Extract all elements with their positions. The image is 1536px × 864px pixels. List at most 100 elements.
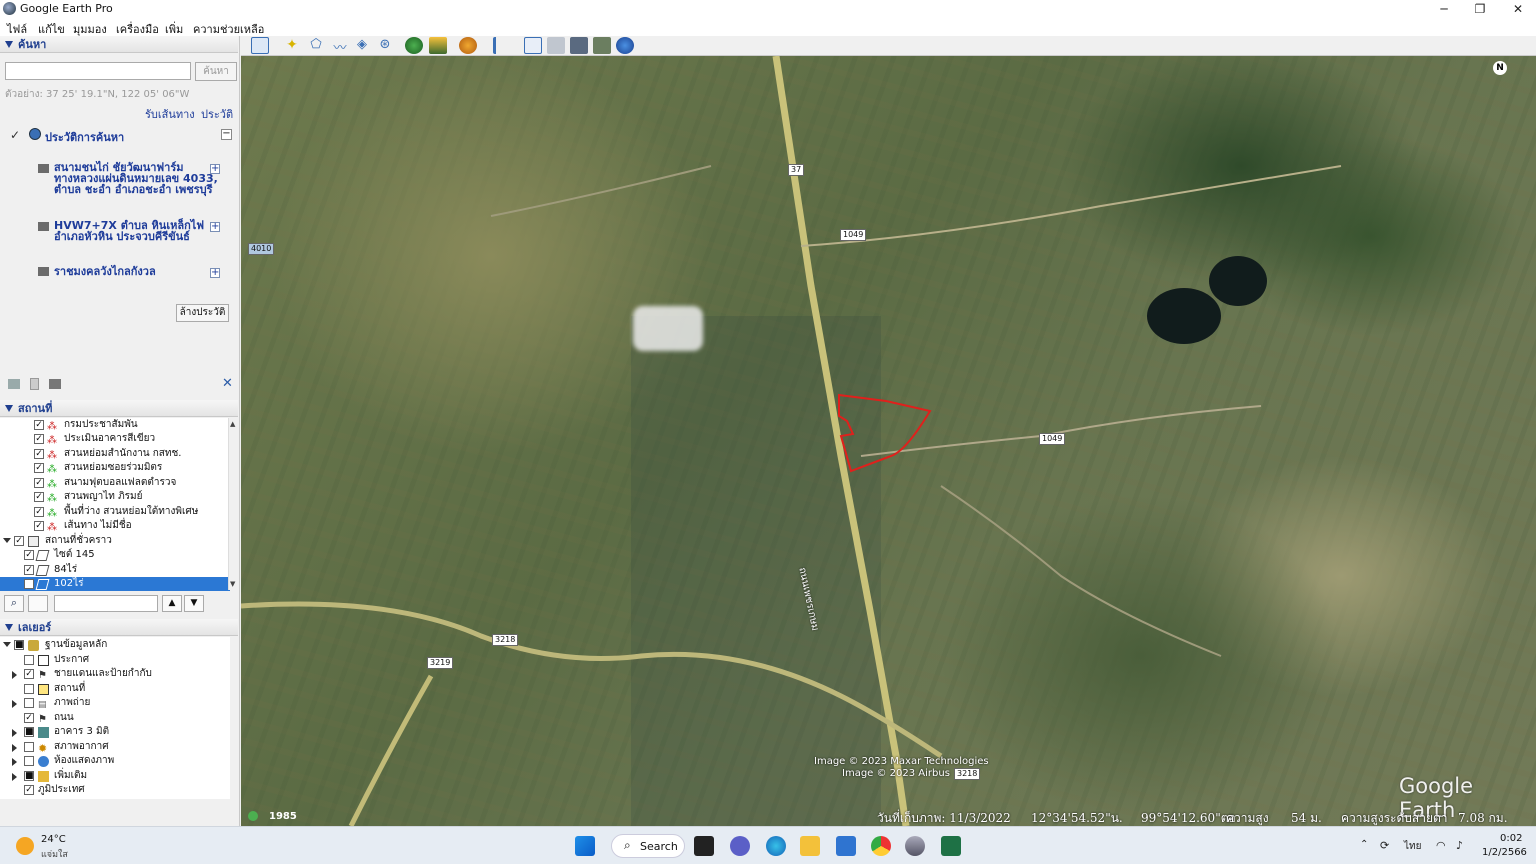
google-earth-taskbar-icon[interactable] <box>905 836 925 856</box>
layer-item[interactable]: ■ เพิ่มเติม <box>0 769 230 783</box>
layer-item[interactable]: ห้องแสดงภาพ <box>0 754 230 768</box>
add-overlay-icon[interactable]: ◈ <box>353 37 371 54</box>
print-icon[interactable] <box>547 37 565 54</box>
place-item-selected[interactable]: ✓ 102ไร่ <box>0 577 230 591</box>
expand-arrow-icon[interactable] <box>3 538 11 543</box>
google-maps-icon[interactable] <box>616 37 634 54</box>
clock-time[interactable]: 0:02 <box>1500 833 1522 844</box>
expand-arrow-icon[interactable] <box>3 642 11 647</box>
clock-date[interactable]: 1/2/2566 <box>1482 847 1527 858</box>
expand-result-3-icon[interactable]: + <box>210 268 220 278</box>
expand-arrow-icon[interactable] <box>12 671 17 679</box>
maximize-button[interactable]: ❐ <box>1462 0 1498 18</box>
search-result-3[interactable]: ราชมงคลวังไกลกังวล <box>54 266 156 277</box>
panel-toggle-icon[interactable] <box>28 595 48 612</box>
historical-year[interactable]: 1985 <box>269 811 297 822</box>
layer-checkbox[interactable]: ✓ <box>24 713 34 723</box>
expand-arrow-icon[interactable] <box>12 729 17 737</box>
north-indicator-icon[interactable]: N <box>1493 61 1507 75</box>
layer-item[interactable]: ▤ ภาพถ่าย <box>0 696 230 710</box>
place-item[interactable]: ✓ 84ไร่ <box>0 563 230 577</box>
file-explorer-icon[interactable] <box>800 836 820 856</box>
add-path-icon[interactable]: 〰 <box>331 37 349 56</box>
layer-item[interactable]: ✹ สภาพอากาศ <box>0 740 230 755</box>
layer-item[interactable]: ✓ ⚑ ชายแดนและป้ายกำกับ <box>0 667 230 681</box>
place-checkbox[interactable]: ✓ <box>34 492 44 502</box>
place-checkbox[interactable]: ✓ <box>24 565 34 575</box>
wifi-icon[interactable]: ◠ <box>1436 839 1446 852</box>
sunlight-icon[interactable] <box>429 37 447 54</box>
expand-arrow-icon[interactable] <box>12 700 17 708</box>
place-item[interactable]: ✓ ⁂ สวนพญาไท ภิรมย์ <box>0 490 230 504</box>
place-checkbox[interactable]: ✓ <box>24 579 34 589</box>
move-down-icon[interactable]: ▼ <box>184 595 204 612</box>
place-checkbox[interactable]: ✓ <box>34 521 44 531</box>
input-language[interactable]: ไทย <box>1404 839 1421 854</box>
expand-arrow-icon[interactable] <box>12 744 17 752</box>
tray-chevron-icon[interactable]: ⌃ <box>1360 839 1368 850</box>
expand-result-1-icon[interactable]: + <box>210 164 220 174</box>
excel-icon[interactable] <box>941 836 961 856</box>
volume-icon[interactable]: ♪ <box>1456 839 1463 852</box>
layer-checkbox[interactable] <box>24 756 34 766</box>
ruler-icon[interactable] <box>493 37 503 54</box>
chat-icon[interactable] <box>730 836 750 856</box>
planets-icon[interactable] <box>459 37 477 54</box>
place-item[interactable]: ✓ ⁂ สนามฟุตบอลแฟลตตำรวจ <box>0 476 230 490</box>
search-history-title[interactable]: ประวัติการค้นหา <box>45 128 124 146</box>
places-panel-header[interactable]: สถานที่ <box>0 400 238 417</box>
add-placemark-icon[interactable]: ✦ <box>283 37 301 54</box>
place-checkbox[interactable]: ✓ <box>14 536 24 546</box>
layer-item[interactable]: สถานที่ <box>0 682 230 696</box>
places-filter-input[interactable] <box>54 595 158 612</box>
layer-checkbox[interactable] <box>24 698 34 708</box>
historical-clock-icon[interactable] <box>248 811 258 821</box>
directions-link[interactable]: รับเส้นทาง <box>145 105 195 123</box>
place-checkbox[interactable]: ✓ <box>34 463 44 473</box>
place-item[interactable]: ✓ ⁂ ประเมินอาคารสีเขียว <box>0 432 230 446</box>
search-result-1[interactable]: สนามชนไก่ ชัยวัฒนาฟาร์ม ทางหลวงแผ่นดินหม… <box>54 162 218 195</box>
historical-imagery-icon[interactable] <box>405 37 423 54</box>
place-item[interactable]: ✓ ⁂ สวนหย่อมซอยร่วมมิตร <box>0 461 230 475</box>
layer-checkbox[interactable] <box>24 742 34 752</box>
taskbar-search[interactable]: ⌕ Search <box>611 834 685 858</box>
layer-checkbox[interactable]: ■ <box>24 727 34 737</box>
layer-item[interactable]: ประกาศ <box>0 653 230 667</box>
place-item[interactable]: ✓ ไซต์ 145 <box>0 548 230 562</box>
layer-item[interactable]: ✓ ⚑ ถนน <box>0 711 230 725</box>
layer-checkbox[interactable]: ■ <box>14 640 24 650</box>
place-checkbox[interactable]: ✓ <box>34 507 44 517</box>
expand-arrow-icon[interactable] <box>12 758 17 766</box>
expand-arrow-icon[interactable] <box>12 773 17 781</box>
layer-checkbox[interactable]: ✓ <box>24 785 34 795</box>
add-folder-icon[interactable] <box>8 379 20 389</box>
place-checkbox[interactable]: ✓ <box>34 434 44 444</box>
place-item[interactable]: ✓ ⁂ สวนหย่อมสำนักงาน กสทช. <box>0 447 230 461</box>
record-tour-icon[interactable]: ⊛ <box>376 37 394 54</box>
layer-checkbox[interactable]: ■ <box>24 771 34 781</box>
map-view[interactable]: 37 1049 4010 1049 3218 3219 3218 ถนนเพชร… <box>241 56 1536 826</box>
place-item[interactable]: ✓ ⁂ พื้นที่ว่าง สวนหย่อมใต้ทางพิเศษ <box>0 505 230 519</box>
place-item[interactable]: ✓ ⁂ เส้นทาง ไม่มีชื่อ <box>0 519 230 533</box>
layer-checkbox[interactable]: ✓ <box>24 669 34 679</box>
places-scrollbar[interactable]: ▲ ▼ <box>228 418 238 590</box>
movie-maker-icon[interactable] <box>593 37 611 54</box>
layer-checkbox[interactable] <box>24 684 34 694</box>
start-button-icon[interactable] <box>575 836 595 856</box>
history-link[interactable]: ประวัติ <box>201 105 233 123</box>
task-view-icon[interactable] <box>694 836 714 856</box>
collapse-history-icon[interactable]: − <box>221 129 232 140</box>
save-image-icon[interactable] <box>570 37 588 54</box>
move-up-icon[interactable]: ▲ <box>162 595 182 612</box>
sync-icon[interactable]: ⟳ <box>1380 839 1389 852</box>
add-polygon-icon[interactable]: ⬠ <box>307 37 325 54</box>
close-button[interactable]: ✕ <box>1500 0 1536 18</box>
search-result-2[interactable]: HVW7+7X ตำบล หินเหล็กไฟ อำเภอหัวหิน ประจ… <box>54 220 204 242</box>
weather-temperature[interactable]: 24°C <box>41 834 66 845</box>
place-checkbox[interactable]: ✓ <box>34 449 44 459</box>
layer-checkbox[interactable] <box>24 655 34 665</box>
layer-item[interactable]: ■ อาคาร 3 มิติ <box>0 725 230 739</box>
search-places-icon[interactable]: ⌕ <box>4 595 24 612</box>
layers-panel-header[interactable]: เลเยอร์ <box>0 619 238 636</box>
sidebar-toggle-icon[interactable] <box>251 37 269 54</box>
